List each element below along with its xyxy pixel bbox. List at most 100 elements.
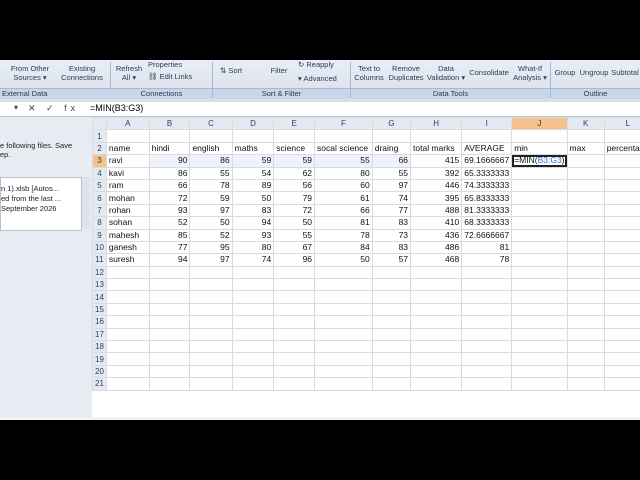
- cell-c16[interactable]: [189, 315, 233, 329]
- cell-a17[interactable]: [105, 327, 150, 342]
- cell-l2[interactable]: percentag: [603, 141, 640, 156]
- cell-i3[interactable]: 69.1666667: [461, 154, 513, 168]
- remove-duplicates-button[interactable]: Remove Duplicates: [386, 64, 426, 82]
- cell-c1[interactable]: [189, 129, 233, 143]
- cell-c3[interactable]: 86: [189, 154, 233, 168]
- cell-f17[interactable]: [314, 327, 373, 342]
- cell-d20[interactable]: [231, 364, 275, 379]
- what-if-analysis-button[interactable]: What-If Analysis ▾: [512, 64, 548, 82]
- cell-j11[interactable]: [511, 253, 568, 267]
- cell-l15[interactable]: [603, 302, 640, 317]
- cell-b2[interactable]: hindi: [148, 141, 191, 156]
- cell-k7[interactable]: [566, 203, 605, 218]
- cell-i1[interactable]: [461, 129, 513, 143]
- cell-l6[interactable]: [603, 191, 640, 205]
- cell-c8[interactable]: 50: [189, 216, 233, 230]
- row-header-3[interactable]: 3: [92, 154, 107, 168]
- cell-f6[interactable]: 61: [314, 191, 373, 205]
- cell-l12[interactable]: [603, 265, 640, 280]
- cell-j13[interactable]: [511, 278, 568, 292]
- cell-k2[interactable]: max: [566, 141, 605, 156]
- cell-i15[interactable]: [461, 302, 513, 317]
- cell-g1[interactable]: [371, 129, 412, 143]
- cell-c21[interactable]: [189, 377, 233, 391]
- cell-i20[interactable]: [461, 364, 513, 379]
- cell-f5[interactable]: 60: [314, 178, 373, 193]
- cell-j10[interactable]: [511, 240, 568, 255]
- cell-b10[interactable]: 77: [148, 240, 191, 255]
- cell-h17[interactable]: [410, 327, 463, 342]
- cell-f10[interactable]: 84: [314, 240, 373, 255]
- cell-g9[interactable]: 73: [371, 228, 412, 242]
- name-box-dropdown[interactable]: ▾: [14, 103, 18, 112]
- from-other-sources-button[interactable]: From Other Sources ▾: [4, 64, 56, 82]
- cell-g20[interactable]: [371, 364, 412, 379]
- cell-j21[interactable]: [511, 377, 568, 391]
- sort-button[interactable]: ⇅ Sort: [220, 66, 260, 75]
- cell-d4[interactable]: 54: [231, 166, 275, 180]
- row-header-7[interactable]: 7: [92, 203, 107, 218]
- cell-l8[interactable]: [603, 216, 640, 230]
- cell-d12[interactable]: [231, 265, 275, 280]
- cell-d9[interactable]: 93: [231, 228, 275, 242]
- cell-d6[interactable]: 50: [231, 191, 275, 205]
- cell-j19[interactable]: [511, 352, 568, 366]
- row-header-17[interactable]: 17: [92, 327, 107, 342]
- cell-a18[interactable]: [105, 340, 150, 354]
- cell-c4[interactable]: 55: [189, 166, 233, 180]
- cell-h8[interactable]: 410: [410, 216, 463, 230]
- cell-g15[interactable]: [371, 302, 412, 317]
- cell-g18[interactable]: [371, 340, 412, 354]
- cell-e4[interactable]: 62: [273, 166, 316, 180]
- cell-a12[interactable]: [105, 265, 150, 280]
- cell-h19[interactable]: [410, 352, 463, 366]
- cell-d2[interactable]: maths: [231, 141, 275, 156]
- cell-f16[interactable]: [314, 315, 373, 329]
- group-button[interactable]: Group: [552, 68, 578, 77]
- cell-g21[interactable]: [371, 377, 412, 391]
- cell-d13[interactable]: [231, 278, 275, 292]
- cell-c20[interactable]: [189, 364, 233, 379]
- column-header-j[interactable]: J: [511, 116, 568, 131]
- cell-h20[interactable]: [410, 364, 463, 379]
- cell-e17[interactable]: [273, 327, 316, 342]
- cell-b15[interactable]: [148, 302, 191, 317]
- cell-h7[interactable]: 488: [410, 203, 463, 218]
- cell-b5[interactable]: 66: [148, 178, 191, 193]
- column-header-k[interactable]: K: [566, 116, 605, 131]
- cell-j9[interactable]: [511, 228, 568, 242]
- cell-g2[interactable]: draing: [371, 141, 412, 156]
- cell-k4[interactable]: [566, 166, 605, 180]
- cell-g5[interactable]: 97: [371, 178, 412, 193]
- cell-b14[interactable]: [148, 290, 191, 304]
- cell-l18[interactable]: [603, 340, 640, 354]
- cell-l13[interactable]: [603, 278, 640, 292]
- cell-k1[interactable]: [566, 129, 605, 143]
- cell-e7[interactable]: 72: [273, 203, 316, 218]
- cell-f13[interactable]: [314, 278, 373, 292]
- cell-f18[interactable]: [314, 340, 373, 354]
- cell-i8[interactable]: 68.3333333: [461, 216, 513, 230]
- cell-l11[interactable]: [603, 253, 640, 267]
- cell-c13[interactable]: [189, 278, 233, 292]
- column-header-g[interactable]: G: [371, 116, 412, 131]
- ungroup-button[interactable]: Ungroup: [578, 68, 610, 77]
- cell-a7[interactable]: rohan: [105, 203, 150, 218]
- cell-k17[interactable]: [566, 327, 605, 342]
- cell-f14[interactable]: [314, 290, 373, 304]
- cell-h18[interactable]: [410, 340, 463, 354]
- cell-i16[interactable]: [461, 315, 513, 329]
- cell-b6[interactable]: 72: [148, 191, 191, 205]
- cell-a10[interactable]: ganesh: [105, 240, 150, 255]
- cell-g14[interactable]: [371, 290, 412, 304]
- cell-a8[interactable]: sohan: [105, 216, 150, 230]
- cell-l16[interactable]: [603, 315, 640, 329]
- cell-b19[interactable]: [148, 352, 191, 366]
- cell-l5[interactable]: [603, 178, 640, 193]
- cell-g19[interactable]: [371, 352, 412, 366]
- cell-j16[interactable]: [511, 315, 568, 329]
- cell-k5[interactable]: [566, 178, 605, 193]
- cell-e13[interactable]: [273, 278, 316, 292]
- cell-j14[interactable]: [511, 290, 568, 304]
- cell-b4[interactable]: 86: [148, 166, 191, 180]
